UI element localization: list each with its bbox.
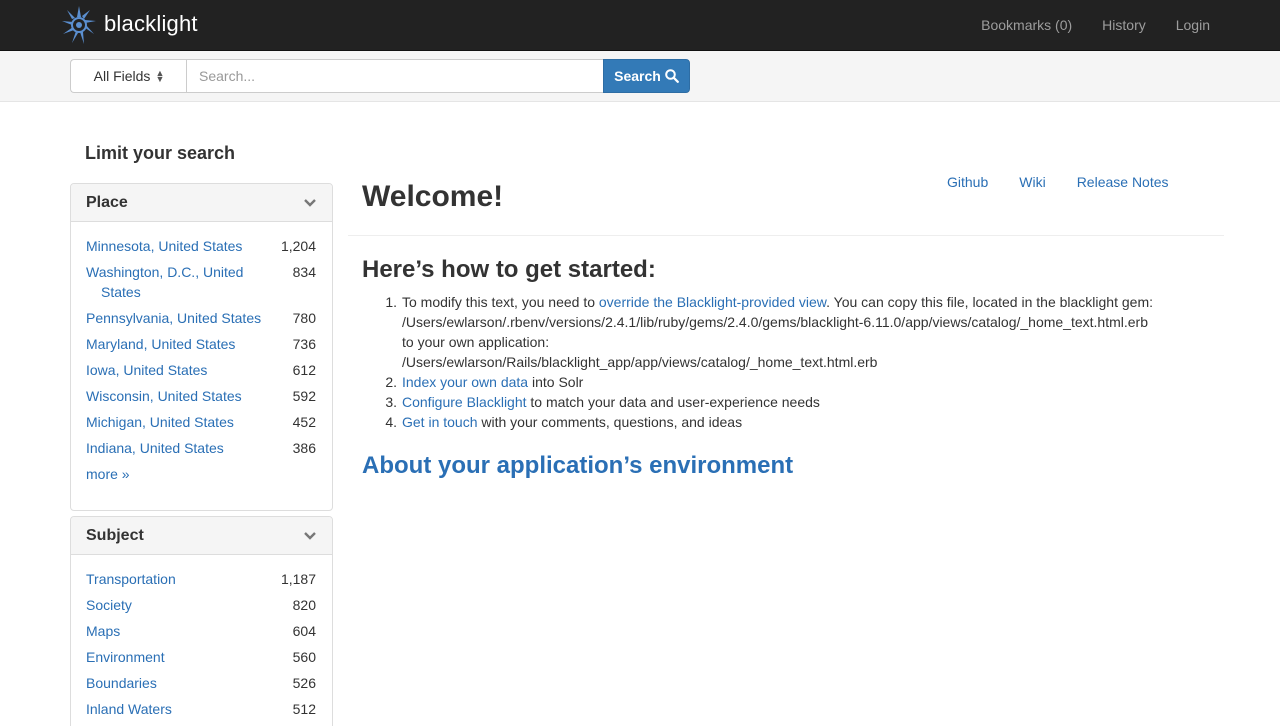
facet-count: 386	[292, 440, 316, 456]
facet-count: 612	[292, 362, 316, 378]
facet-count: 452	[292, 414, 316, 430]
brand-name: blacklight	[104, 10, 198, 36]
bookmarks-link[interactable]: Bookmarks (0)	[981, 17, 1072, 33]
step-text: to your own application:	[402, 334, 550, 350]
facet-count: 1,204	[280, 238, 316, 254]
step-text: To modify this text, you need to	[402, 294, 599, 310]
facet-item: Boundaries 526	[86, 673, 316, 693]
facet-place-list: Minnesota, United States 1,204 Washington…	[71, 222, 332, 484]
facet-item-link[interactable]: Inland Waters	[86, 699, 266, 719]
facet-title: Subject	[86, 526, 144, 544]
search-button[interactable]: Search	[603, 59, 690, 93]
facet-count: 820	[292, 597, 316, 613]
facet-item: Washington, D.C., United States 834	[86, 262, 316, 302]
facet-item: Minnesota, United States 1,204	[86, 236, 316, 256]
list-item: 4. Get in touch with your comments, ques…	[385, 414, 743, 430]
facet-item-link[interactable]: Minnesota, United States	[86, 236, 266, 256]
release-notes-link[interactable]: Release Notes	[1077, 174, 1169, 190]
search-field-label: All Fields	[93, 68, 151, 84]
step-text: with your comments, questions, and ideas	[477, 414, 743, 430]
facet-item: Inland Waters 512	[86, 699, 316, 719]
facet-count: 526	[292, 675, 316, 691]
facet-item: Pennsylvania, United States 780	[86, 308, 316, 328]
search-icon	[665, 69, 679, 83]
step-text: . You can copy this file, located in the…	[826, 294, 1153, 310]
facet-count: 592	[292, 388, 316, 404]
blacklight-logo-icon	[62, 6, 96, 44]
facet-count: 780	[292, 310, 316, 326]
facet-subject: Subject Transportation 1,187 Society 820 M…	[70, 516, 333, 726]
chevron-down-icon	[304, 198, 316, 207]
updown-arrows-icon: ▲ ▼	[155, 68, 165, 84]
brand-link[interactable]: blacklight	[60, 4, 198, 47]
facet-place-header[interactable]: Place	[71, 184, 332, 222]
page-title: Welcome!	[362, 180, 504, 213]
wiki-link[interactable]: Wiki	[1019, 174, 1045, 190]
facet-item-link[interactable]: Indiana, United States	[86, 438, 266, 458]
getting-started-steps: 1. To modify this text, you need to over…	[362, 292, 1222, 432]
facet-subject-list: Transportation 1,187 Society 820 Maps 604 E…	[71, 555, 332, 719]
facet-item: Michigan, United States 452	[86, 412, 316, 432]
gem-file-path: /Users/ewlarson/.rbenv/versions/2.4.1/li…	[402, 314, 1148, 330]
facet-item: Maps 604	[86, 621, 316, 641]
divider	[348, 235, 1224, 236]
facet-item-link[interactable]: Maps	[86, 621, 266, 641]
login-link[interactable]: Login	[1176, 17, 1210, 33]
github-link[interactable]: Github	[947, 174, 988, 190]
index-data-link[interactable]: Index your own data	[402, 374, 528, 390]
facet-place: Place Minnesota, United States 1,204 Wash…	[70, 183, 333, 511]
facet-item-link[interactable]: Michigan, United States	[86, 412, 266, 432]
facet-item-link[interactable]: Wisconsin, United States	[86, 386, 266, 406]
list-item: 3. Configure Blacklight to match your da…	[385, 394, 820, 410]
facet-item: Wisconsin, United States 592	[86, 386, 316, 406]
facet-subject-header[interactable]: Subject	[71, 517, 332, 555]
facet-item-link[interactable]: Society	[86, 595, 266, 615]
facet-item: Environment 560	[86, 647, 316, 667]
facet-item-link[interactable]: Washington, D.C., United States	[86, 262, 266, 302]
app-file-path: /Users/ewlarson/Rails/blacklight_app/app…	[402, 354, 878, 370]
facet-count: 560	[292, 649, 316, 665]
search-field-select[interactable]: All Fields ▲ ▼	[70, 59, 187, 93]
step-text: to match your data and user-experience n…	[526, 394, 820, 410]
about-environment-link[interactable]: About your application’s environment	[362, 452, 793, 480]
list-item: 1. To modify this text, you need to over…	[385, 294, 1153, 370]
facet-item-link[interactable]: Boundaries	[86, 673, 266, 693]
configure-blacklight-link[interactable]: Configure Blacklight	[402, 394, 527, 410]
getting-started-heading: Here’s how to get started:	[362, 256, 656, 283]
override-view-link[interactable]: override the Blacklight-provided view	[599, 294, 826, 310]
chevron-down-icon	[304, 531, 316, 540]
facet-more-link[interactable]: more »	[86, 464, 316, 484]
nav-links: Bookmarks (0) History Login	[951, 0, 1210, 50]
limit-search-heading: Limit your search	[85, 143, 236, 163]
facet-item: Transportation 1,187	[86, 569, 316, 589]
facet-item-link[interactable]: Environment	[86, 647, 266, 667]
facet-count: 512	[292, 701, 316, 717]
facet-count: 1,187	[280, 571, 316, 587]
project-links: Github Wiki Release Notes	[947, 174, 1200, 190]
search-button-label: Search	[614, 68, 661, 84]
facet-item-link[interactable]: Maryland, United States	[86, 334, 266, 354]
history-link[interactable]: History	[1102, 17, 1146, 33]
facet-item: Indiana, United States 386	[86, 438, 316, 458]
facet-item: Society 820	[86, 595, 316, 615]
get-in-touch-link[interactable]: Get in touch	[402, 414, 478, 430]
list-item: 2. Index your own data into Solr	[385, 374, 584, 390]
top-navbar: blacklight Bookmarks (0) History Login	[0, 0, 1280, 51]
facet-item-link[interactable]: Pennsylvania, United States	[86, 308, 266, 328]
step-text: into Solr	[528, 374, 584, 390]
facet-item: Maryland, United States 736	[86, 334, 316, 354]
facet-item-link[interactable]: Iowa, United States	[86, 360, 266, 380]
facet-count: 834	[292, 264, 316, 280]
facet-count: 736	[292, 336, 316, 352]
facet-title: Place	[86, 193, 128, 211]
facet-item-link[interactable]: Transportation	[86, 569, 266, 589]
search-input[interactable]	[186, 59, 604, 93]
search-bar: All Fields ▲ ▼ Search	[0, 51, 1280, 102]
facet-count: 604	[292, 623, 316, 639]
facet-item: Iowa, United States 612	[86, 360, 316, 380]
